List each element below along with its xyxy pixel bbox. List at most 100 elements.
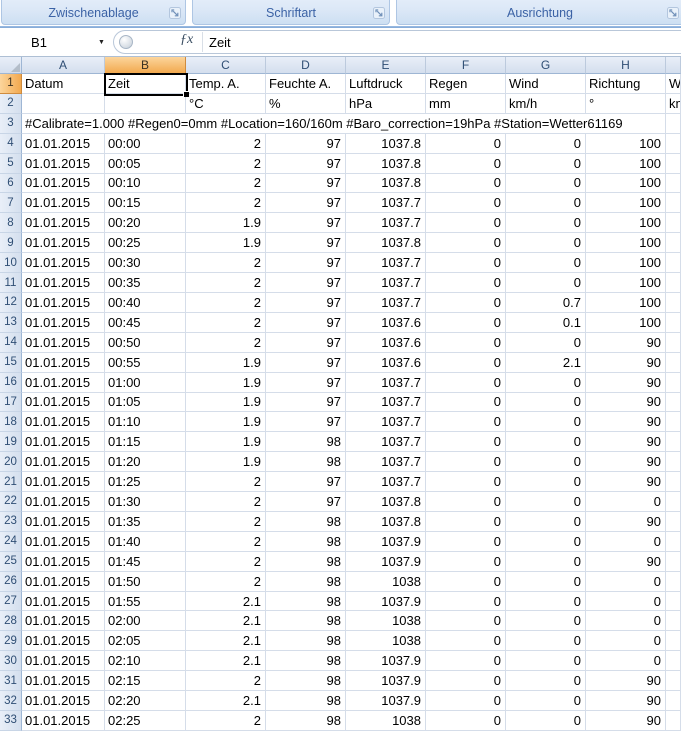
column-header-H[interactable]: H	[586, 57, 666, 74]
cell-F-4[interactable]: 0	[426, 134, 506, 154]
cell-F-15[interactable]: 0	[426, 353, 506, 373]
cell-G-10[interactable]: 0	[506, 253, 586, 273]
cell-H-21[interactable]: 90	[586, 472, 666, 492]
cell-G-22[interactable]: 0	[506, 492, 586, 512]
cell-C-29[interactable]: 2.1	[186, 631, 266, 651]
cell-B-31[interactable]: 02:15	[105, 671, 186, 691]
cell-F-6[interactable]: 0	[426, 174, 506, 194]
row-header-25[interactable]: 25	[0, 552, 22, 572]
row-header-23[interactable]: 23	[0, 512, 22, 532]
cell-A-7[interactable]: 01.01.2015	[22, 193, 105, 213]
column-header-F[interactable]: F	[426, 57, 506, 74]
cell-H-12[interactable]: 100	[586, 293, 666, 313]
cell-D-1[interactable]: Feuchte A.	[266, 74, 346, 94]
cell-E-26[interactable]: 1038	[346, 572, 426, 592]
cell-D-20[interactable]: 98	[266, 452, 346, 472]
cell-C-5[interactable]: 2	[186, 154, 266, 174]
row-header-31[interactable]: 31	[0, 671, 22, 691]
cell-D-31[interactable]: 98	[266, 671, 346, 691]
cell-partial-2[interactable]: km	[666, 94, 681, 114]
cell-C-23[interactable]: 2	[186, 512, 266, 532]
cell-G-13[interactable]: 0.1	[506, 313, 586, 333]
cell-A-9[interactable]: 01.01.2015	[22, 233, 105, 253]
cell-F-12[interactable]: 0	[426, 293, 506, 313]
cell-C-26[interactable]: 2	[186, 572, 266, 592]
name-box[interactable]: B1	[0, 28, 78, 56]
cell-partial-30[interactable]	[666, 651, 681, 671]
cell-partial-27[interactable]	[666, 592, 681, 612]
cell-partial-7[interactable]	[666, 193, 681, 213]
cell-H-26[interactable]: 0	[586, 572, 666, 592]
cell-C-28[interactable]: 2.1	[186, 611, 266, 631]
cell-F-31[interactable]: 0	[426, 671, 506, 691]
cell-B-30[interactable]: 02:10	[105, 651, 186, 671]
cell-B-9[interactable]: 00:25	[105, 233, 186, 253]
cell-B-33[interactable]: 02:25	[105, 711, 186, 731]
cell-partial-22[interactable]	[666, 492, 681, 512]
cell-E-15[interactable]: 1037.6	[346, 353, 426, 373]
cell-C-13[interactable]: 2	[186, 313, 266, 333]
cell-F-25[interactable]: 0	[426, 552, 506, 572]
cell-D-10[interactable]: 97	[266, 253, 346, 273]
cell-C-19[interactable]: 1.9	[186, 432, 266, 452]
cell-C-22[interactable]: 2	[186, 492, 266, 512]
dialog-launcher-icon[interactable]	[169, 6, 181, 18]
cell-F-1[interactable]: Regen	[426, 74, 506, 94]
cell-F-13[interactable]: 0	[426, 313, 506, 333]
cell-G-24[interactable]: 0	[506, 532, 586, 552]
cell-E-2[interactable]: hPa	[346, 94, 426, 114]
cell-A-2[interactable]	[22, 94, 105, 114]
cell-G-18[interactable]: 0	[506, 412, 586, 432]
row-header-1[interactable]: 1	[0, 74, 22, 94]
cell-D-22[interactable]: 97	[266, 492, 346, 512]
cell-E-21[interactable]: 1037.7	[346, 472, 426, 492]
cell-H-6[interactable]: 100	[586, 174, 666, 194]
cell-B-29[interactable]: 02:05	[105, 631, 186, 651]
cell-H-7[interactable]: 100	[586, 193, 666, 213]
cell-A-13[interactable]: 01.01.2015	[22, 313, 105, 333]
cell-G-16[interactable]: 0	[506, 373, 586, 393]
cell-G-19[interactable]: 0	[506, 432, 586, 452]
column-header-A[interactable]: A	[22, 57, 105, 74]
cell-B-15[interactable]: 00:55	[105, 353, 186, 373]
cell-partial-8[interactable]	[666, 213, 681, 233]
cell-H-17[interactable]: 90	[586, 393, 666, 413]
row-header-15[interactable]: 15	[0, 353, 22, 373]
cell-H-11[interactable]: 100	[586, 273, 666, 293]
row-header-28[interactable]: 28	[0, 611, 22, 631]
cell-C-12[interactable]: 2	[186, 293, 266, 313]
cell-D-23[interactable]: 98	[266, 512, 346, 532]
cell-E-6[interactable]: 1037.8	[346, 174, 426, 194]
cell-G-32[interactable]: 0	[506, 691, 586, 711]
column-header-B[interactable]: B	[105, 57, 186, 74]
cell-D-15[interactable]: 97	[266, 353, 346, 373]
column-header-E[interactable]: E	[346, 57, 426, 74]
cell-G-30[interactable]: 0	[506, 651, 586, 671]
cell-H-30[interactable]: 0	[586, 651, 666, 671]
cell-F-7[interactable]: 0	[426, 193, 506, 213]
cell-E-14[interactable]: 1037.6	[346, 333, 426, 353]
cell-F-20[interactable]: 0	[426, 452, 506, 472]
row-header-5[interactable]: 5	[0, 154, 22, 174]
cell-E-4[interactable]: 1037.8	[346, 134, 426, 154]
cell-E-16[interactable]: 1037.7	[346, 373, 426, 393]
column-header-D[interactable]: D	[266, 57, 346, 74]
cell-B-22[interactable]: 01:30	[105, 492, 186, 512]
cell-B-11[interactable]: 00:35	[105, 273, 186, 293]
cell-D-33[interactable]: 98	[266, 711, 346, 731]
cell-A-14[interactable]: 01.01.2015	[22, 333, 105, 353]
row-header-22[interactable]: 22	[0, 492, 22, 512]
cell-G-20[interactable]: 0	[506, 452, 586, 472]
cell-B-23[interactable]: 01:35	[105, 512, 186, 532]
cell-D-32[interactable]: 98	[266, 691, 346, 711]
cell-D-7[interactable]: 97	[266, 193, 346, 213]
cell-D-13[interactable]: 97	[266, 313, 346, 333]
cell-D-8[interactable]: 97	[266, 213, 346, 233]
cell-D-9[interactable]: 97	[266, 233, 346, 253]
cell-G-25[interactable]: 0	[506, 552, 586, 572]
cell-B-5[interactable]: 00:05	[105, 154, 186, 174]
cell-E-5[interactable]: 1037.8	[346, 154, 426, 174]
cell-H-4[interactable]: 100	[586, 134, 666, 154]
row-header-21[interactable]: 21	[0, 472, 22, 492]
cell-A-16[interactable]: 01.01.2015	[22, 373, 105, 393]
